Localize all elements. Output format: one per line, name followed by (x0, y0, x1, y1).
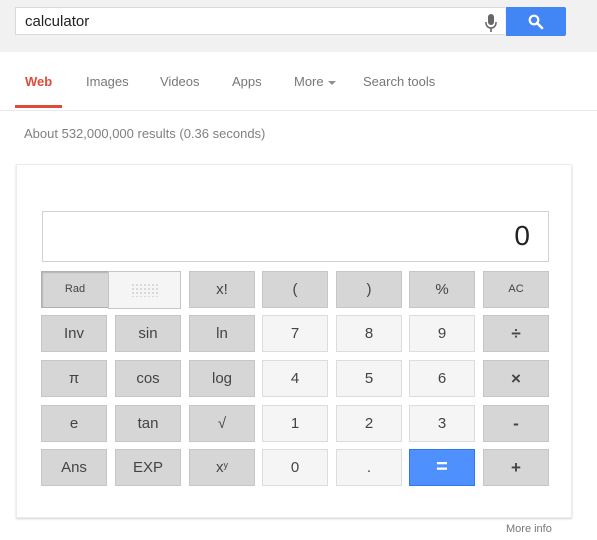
rad-button[interactable]: Rad (41, 271, 109, 308)
digit-8-button[interactable]: 8 (336, 315, 402, 352)
digit-1-button[interactable]: 1 (262, 405, 328, 442)
tab-videos[interactable]: Videos (160, 74, 200, 89)
caret-down-icon (327, 80, 336, 85)
factorial-button[interactable]: x! (189, 271, 255, 308)
percent-button[interactable]: % (409, 271, 475, 308)
tab-more[interactable]: More (294, 74, 336, 89)
tan-button[interactable]: tan (115, 405, 181, 442)
more-info-link[interactable]: More info (506, 523, 552, 535)
subtract-button[interactable]: - (483, 405, 549, 442)
close-paren-button[interactable]: ) (336, 271, 402, 308)
result-stats: About 532,000,000 results (0.36 seconds) (24, 126, 266, 141)
tab-more-label: More (294, 74, 324, 89)
tab-search-tools[interactable]: Search tools (363, 74, 435, 89)
exp-button[interactable]: EXP (115, 449, 181, 486)
microphone-icon[interactable] (484, 14, 498, 32)
dotted-grid-icon (131, 283, 159, 297)
digit-6-button[interactable]: 6 (409, 360, 475, 397)
add-button[interactable]: + (483, 449, 549, 486)
active-tab-indicator (15, 105, 62, 108)
log-button[interactable]: log (189, 360, 255, 397)
calculator-display: 0 (42, 211, 549, 262)
pi-button[interactable]: π (41, 360, 107, 397)
magnifier-icon (528, 14, 544, 30)
search-header (0, 0, 597, 52)
multiply-button[interactable]: × (483, 360, 549, 397)
inverse-button[interactable]: Inv (41, 315, 107, 352)
sqrt-button[interactable]: √ (189, 405, 255, 442)
power-base: x (216, 459, 224, 476)
digit-3-button[interactable]: 3 (409, 405, 475, 442)
cos-button[interactable]: cos (115, 360, 181, 397)
deg-button[interactable] (108, 271, 181, 309)
sin-button[interactable]: sin (115, 315, 181, 352)
tab-web[interactable]: Web (25, 74, 52, 89)
digit-5-button[interactable]: 5 (336, 360, 402, 397)
all-clear-button[interactable]: AC (483, 271, 549, 308)
ln-button[interactable]: ln (189, 315, 255, 352)
search-tabs: Web Images Videos Apps More Search tools (0, 52, 597, 111)
decimal-button[interactable]: . (336, 449, 402, 486)
e-button[interactable]: e (41, 405, 107, 442)
tab-apps[interactable]: Apps (232, 74, 262, 89)
display-value: 0 (514, 220, 530, 251)
digit-2-button[interactable]: 2 (336, 405, 402, 442)
digit-0-button[interactable]: 0 (262, 449, 328, 486)
digit-4-button[interactable]: 4 (262, 360, 328, 397)
digit-7-button[interactable]: 7 (262, 315, 328, 352)
open-paren-button[interactable]: ( (262, 271, 328, 308)
search-button[interactable] (506, 7, 566, 36)
ans-button[interactable]: Ans (41, 449, 107, 486)
power-exponent: y (223, 460, 229, 470)
tab-images[interactable]: Images (86, 74, 129, 89)
search-input[interactable] (25, 8, 465, 36)
search-box[interactable] (15, 7, 505, 36)
power-button[interactable]: xy (189, 449, 255, 486)
digit-9-button[interactable]: 9 (409, 315, 475, 352)
equals-button[interactable]: = (409, 449, 475, 486)
divide-button[interactable]: ÷ (483, 315, 549, 352)
